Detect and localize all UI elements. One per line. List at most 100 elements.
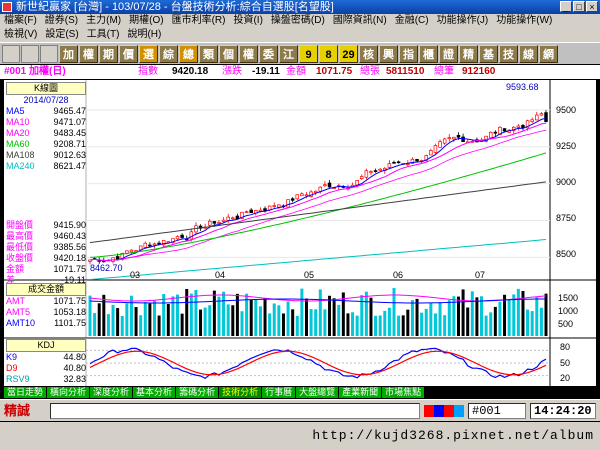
- minimize-button[interactable]: _: [560, 1, 572, 12]
- menu-trading-code[interactable]: 操盤密碼(D): [267, 14, 329, 28]
- grid-tool-icon[interactable]: [21, 44, 39, 63]
- tab-intraday[interactable]: 當日走勢: [4, 387, 47, 398]
- candle-body: [129, 249, 134, 253]
- volume-bar: [208, 305, 212, 336]
- volume-bar: [254, 299, 258, 336]
- menu-tools[interactable]: 工具(T): [83, 28, 124, 42]
- candle-body: [433, 145, 438, 153]
- volume-bar: [378, 315, 382, 336]
- volume-legend: 成交金額 AMT 1071.75 AMT5 1053.18 AMT10 1101.75: [6, 283, 86, 329]
- volume-bar: [323, 309, 327, 336]
- toolbar-button[interactable]: 選: [139, 44, 158, 63]
- menu-mainforce[interactable]: 主力(M): [82, 14, 125, 28]
- volume-bar: [295, 315, 299, 336]
- menu-options[interactable]: 期權(O): [125, 14, 167, 28]
- menu-forex[interactable]: 匯市利率(R): [168, 14, 230, 28]
- candle-body: [355, 180, 359, 186]
- volume-bar: [88, 295, 92, 336]
- volume-bar: [475, 297, 479, 336]
- volume-row: AMT5 1053.18: [6, 307, 86, 318]
- candle-body: [286, 199, 290, 208]
- toolbar-button[interactable]: 興: [379, 44, 398, 63]
- volume-bar: [355, 315, 359, 336]
- toolbar-button[interactable]: 8: [319, 44, 338, 63]
- window-tool-icon[interactable]: [40, 44, 58, 63]
- volume-bar: [180, 313, 184, 336]
- tab-calendar[interactable]: 行事曆: [262, 387, 296, 398]
- broker-label: 精誠: [4, 403, 31, 418]
- toolbar-button[interactable]: 加: [59, 44, 78, 63]
- menubar-primary: 檔案(F) 證券(S) 主力(M) 期權(O) 匯市利率(R) 投資(I) 操盤…: [0, 14, 600, 28]
- menu-invest[interactable]: 投資(I): [229, 14, 266, 28]
- price-x-tick: 05: [304, 270, 315, 280]
- candle-body: [488, 131, 493, 139]
- volume-bar: [152, 300, 156, 336]
- toolbar-button[interactable]: 核: [359, 44, 378, 63]
- ohlc-label: 開盤價: [6, 220, 34, 230]
- kd-row: D9 40.80: [6, 363, 86, 374]
- index-label: 指數: [138, 66, 158, 77]
- toolbar-button[interactable]: 29: [339, 44, 358, 63]
- candle-body: [429, 150, 433, 156]
- menu-help[interactable]: 說明(H): [123, 28, 165, 42]
- toolbar-button[interactable]: 權: [239, 44, 258, 63]
- toolbar-button[interactable]: 櫃: [419, 44, 438, 63]
- tab-chips[interactable]: 籌碼分析: [176, 387, 219, 398]
- tab-fundamental[interactable]: 基本分析: [133, 387, 176, 398]
- menu-file[interactable]: 檔案(F): [0, 14, 41, 28]
- toolbar-button[interactable]: 證: [439, 44, 458, 63]
- tab-horizontal[interactable]: 橫向分析: [47, 387, 90, 398]
- pointer-tool-icon[interactable]: [2, 44, 20, 63]
- toolbar-button[interactable]: 網: [539, 44, 558, 63]
- toolbar-button[interactable]: 期: [99, 44, 118, 63]
- maximize-button[interactable]: □: [573, 1, 585, 12]
- menu-function-w[interactable]: 功能操作(W): [492, 14, 556, 28]
- menu-function-j[interactable]: 功能操作(J): [433, 14, 493, 28]
- candle-body: [387, 163, 392, 168]
- volume-bar: [102, 294, 106, 336]
- toolbar-button[interactable]: 技: [499, 44, 518, 63]
- status-bar: 精誠 #001 14:24:20: [0, 399, 600, 421]
- toolbar-button[interactable]: 精: [459, 44, 478, 63]
- toolbar-button[interactable]: 指: [399, 44, 418, 63]
- candle-body: [364, 170, 369, 178]
- toolbar-button[interactable]: 線: [519, 44, 538, 63]
- candle-body: [134, 250, 138, 252]
- toolbar-button[interactable]: 委: [259, 44, 278, 63]
- toolbar-button[interactable]: 9: [299, 44, 318, 63]
- menu-international[interactable]: 國際資訊(N): [329, 14, 391, 28]
- ohlc-label: 最低價: [6, 242, 34, 252]
- volume-bar: [222, 291, 226, 336]
- volume-bar: [291, 309, 295, 336]
- menu-finance[interactable]: 金融(C): [391, 14, 433, 28]
- toolbar-button[interactable]: 個: [219, 44, 238, 63]
- tab-industry-news[interactable]: 產業新聞: [339, 387, 382, 398]
- tab-market-focus[interactable]: 市場焦點: [382, 387, 425, 398]
- menu-view[interactable]: 檢視(V): [0, 28, 41, 42]
- tab-depth[interactable]: 深度分析: [90, 387, 133, 398]
- candle-body: [369, 171, 373, 173]
- tab-technical[interactable]: 技術分析: [219, 387, 262, 398]
- chart-area[interactable]: K線圖 2014/07/28 MA5 9465.47 MA10 9471.07 MA…: [4, 80, 596, 386]
- toolbar-button[interactable]: 基: [479, 44, 498, 63]
- toolbar-button[interactable]: 權: [79, 44, 98, 63]
- toolbar-button[interactable]: 江: [279, 44, 298, 63]
- candle-body: [313, 190, 318, 193]
- menu-securities[interactable]: 證券(S): [41, 14, 82, 28]
- menu-settings[interactable]: 設定(S): [41, 28, 82, 42]
- toolbar-button[interactable]: 價: [119, 44, 138, 63]
- volume-bar: [268, 313, 272, 336]
- volume-value: 1053.18: [53, 307, 86, 317]
- close-button[interactable]: ×: [586, 1, 598, 12]
- toolbar-button[interactable]: 類: [199, 44, 218, 63]
- toolbar-button[interactable]: 總: [179, 44, 198, 63]
- toolbar-button[interactable]: 綜: [159, 44, 178, 63]
- change-label: 漲跌: [222, 66, 242, 77]
- tab-market-overview[interactable]: 大盤總覽: [296, 387, 339, 398]
- candle-body: [396, 161, 401, 164]
- volume-bar: [309, 309, 313, 336]
- volume-bar: [162, 293, 166, 336]
- volume-bar: [217, 296, 221, 336]
- ohlc-row: 開盤價 9415.90: [6, 220, 86, 231]
- volume-bar: [194, 289, 198, 336]
